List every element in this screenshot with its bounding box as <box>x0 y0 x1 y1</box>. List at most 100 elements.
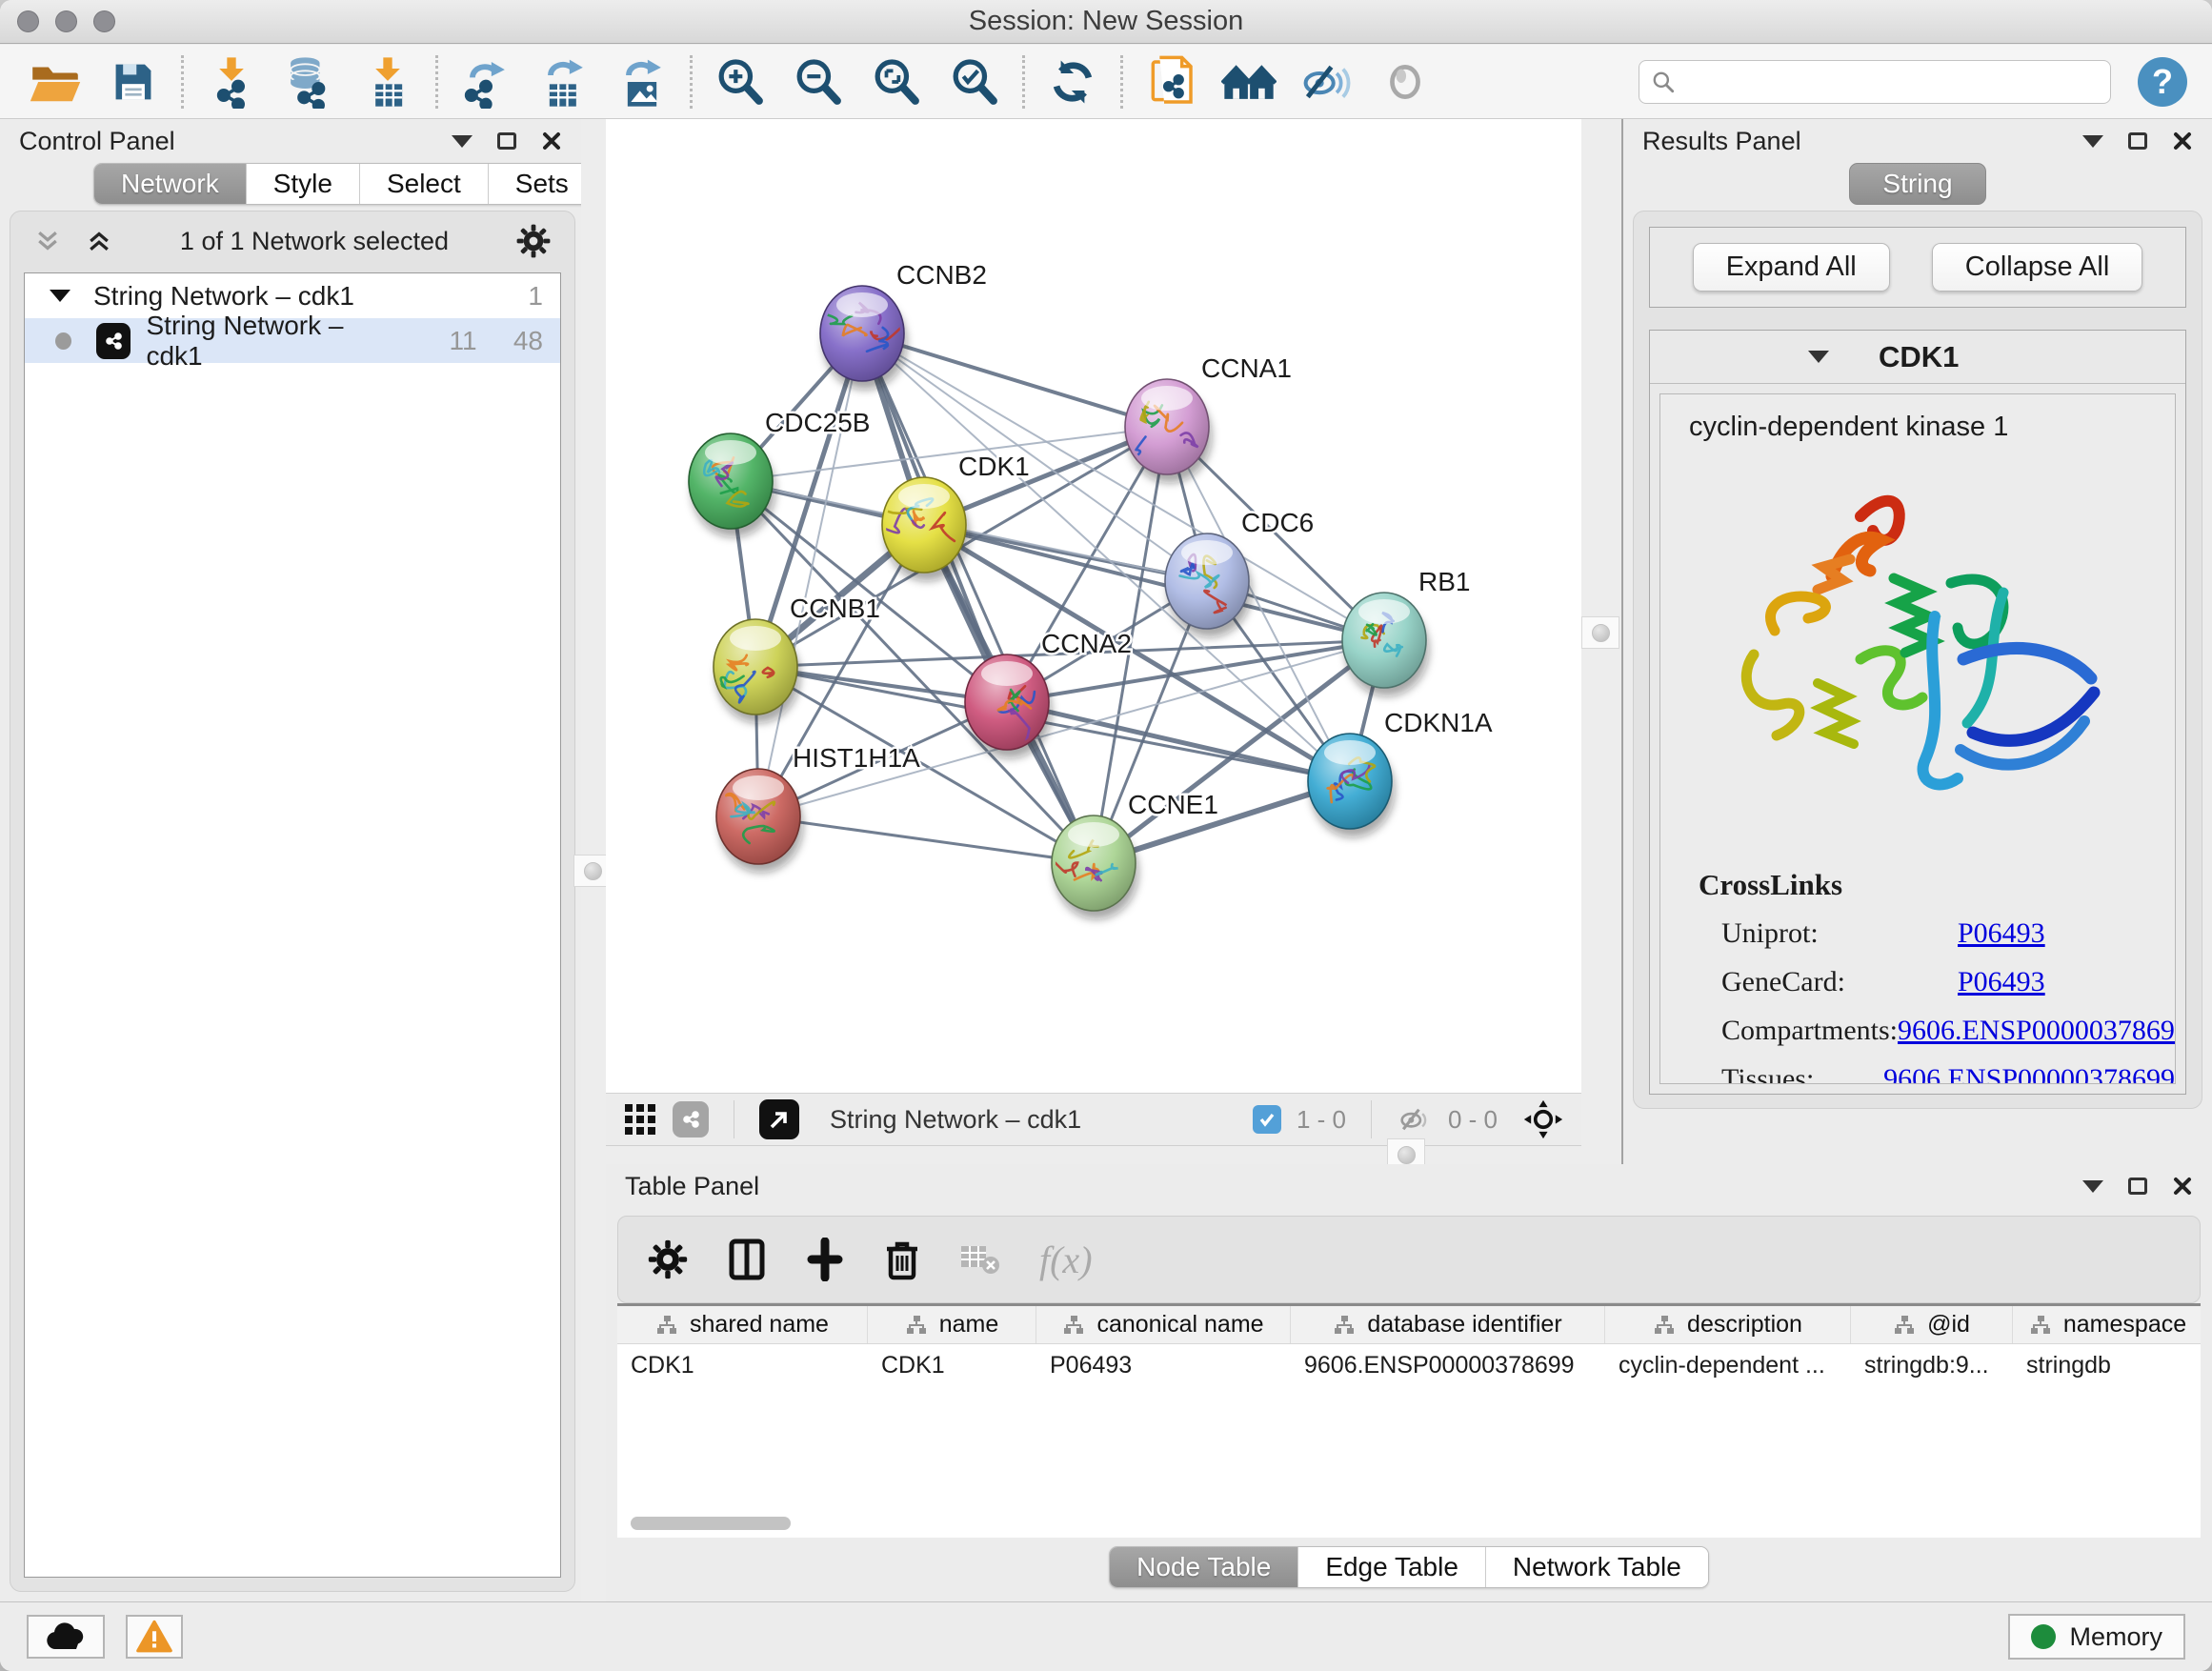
panel-menu-icon[interactable] <box>2082 1180 2103 1193</box>
node-CDC25B[interactable]: CDC25B <box>689 408 870 537</box>
search-input[interactable] <box>1683 67 2099 96</box>
show-eye-button[interactable] <box>1375 51 1436 112</box>
cell-name[interactable]: CDK1 <box>868 1352 1036 1379</box>
cdk1-entry-header[interactable]: CDK1 <box>1650 331 2185 384</box>
zoom-out-button[interactable] <box>788 51 849 112</box>
close-panel-icon[interactable] <box>2172 131 2193 151</box>
tab-string[interactable]: String <box>1849 163 1985 205</box>
selected-checkbox[interactable] <box>1253 1105 1281 1134</box>
warnings-button[interactable] <box>126 1615 183 1659</box>
node-HIST1H1A[interactable]: HIST1H1A <box>716 743 920 873</box>
hide-panels-button[interactable] <box>1297 51 1357 112</box>
column-header-id[interactable]: @id <box>1851 1306 2013 1343</box>
cell-shared-name[interactable]: CDK1 <box>617 1352 868 1379</box>
export-network-button[interactable] <box>455 51 516 112</box>
edge-RB1-HIST1H1A[interactable] <box>758 640 1384 816</box>
memory-button[interactable]: Memory <box>2008 1614 2185 1660</box>
tree-expander-icon[interactable] <box>50 290 70 302</box>
import-table-file-button[interactable] <box>357 51 418 112</box>
open-session-button[interactable] <box>25 51 86 112</box>
crosslink-link[interactable]: 9606.ENSP00000378699 <box>1883 1063 2175 1084</box>
column-header-name[interactable]: name <box>868 1306 1036 1343</box>
right-splitter-handle[interactable] <box>1581 616 1619 649</box>
export-image-button[interactable] <box>612 51 673 112</box>
show-columns-icon[interactable] <box>727 1238 767 1281</box>
node-CCNB1[interactable]: CCNB1 <box>711 594 880 723</box>
attribute-icon <box>1333 1314 1356 1337</box>
edge-CCNB2-CCNE1[interactable] <box>862 333 1094 863</box>
zoom-in-button[interactable] <box>710 51 771 112</box>
edge-CCNE1-HIST1H1A[interactable] <box>758 816 1094 863</box>
panel-menu-icon[interactable] <box>452 135 473 148</box>
edge-CDC6-CDC25B[interactable] <box>731 481 1207 581</box>
tab-style[interactable]: Style <box>246 164 359 204</box>
save-session-button[interactable] <box>103 51 164 112</box>
tab-network[interactable]: Network <box>94 164 246 204</box>
refresh-button[interactable] <box>1042 51 1103 112</box>
zoom-selected-button[interactable] <box>944 51 1005 112</box>
tab-node-table[interactable]: Node Table <box>1110 1547 1297 1587</box>
tab-network-table[interactable]: Network Table <box>1485 1547 1708 1587</box>
string-network-graph[interactable]: CCNB2CCNA1CDC25BCDK1CDC6RB1CCNB1CCNA2CDK… <box>606 119 1581 1093</box>
close-panel-icon[interactable] <box>2172 1176 2193 1197</box>
string-import-button[interactable] <box>1140 51 1201 112</box>
help-button[interactable]: ? <box>2138 57 2187 107</box>
node-RB1[interactable]: RB1 <box>1342 567 1470 696</box>
node-CCNE1[interactable]: CCNE1 <box>1049 790 1218 919</box>
delete-column-trash-icon[interactable] <box>883 1238 921 1281</box>
panel-menu-icon[interactable] <box>2082 135 2103 148</box>
grid-mode-icon[interactable] <box>623 1102 657 1137</box>
tab-select[interactable]: Select <box>359 164 488 204</box>
crosslink-link[interactable]: P06493 <box>1958 917 2045 950</box>
tab-edge-table[interactable]: Edge Table <box>1297 1547 1485 1587</box>
column-header-description[interactable]: description <box>1605 1306 1851 1343</box>
horizontal-scrollbar[interactable] <box>631 1517 791 1530</box>
zoom-fit-button[interactable] <box>866 51 927 112</box>
edge-CCNB2-CCNA1[interactable] <box>862 333 1167 427</box>
column-header-shared-name[interactable]: shared name <box>617 1306 868 1343</box>
home-button[interactable] <box>1218 51 1279 112</box>
tab-sets[interactable]: Sets <box>488 164 595 204</box>
expand-all-button[interactable]: Expand All <box>1693 243 1890 292</box>
float-panel-icon[interactable] <box>2128 1178 2147 1195</box>
horizontal-splitter[interactable] <box>606 1146 1581 1164</box>
cell-id[interactable]: stringdb:9... <box>1851 1352 2013 1379</box>
right-splitter[interactable] <box>1581 119 1621 1164</box>
birdseye-toggle-icon[interactable] <box>759 1099 799 1139</box>
expand-all-icon[interactable] <box>85 227 113 255</box>
close-panel-icon[interactable] <box>541 131 562 151</box>
node-CCNA1[interactable]: CCNA1 <box>1113 353 1292 483</box>
node-CDK1[interactable]: CDK1 <box>876 452 1030 581</box>
column-header-database-identifier[interactable]: database identifier <box>1291 1306 1605 1343</box>
table-row[interactable]: CDK1 CDK1 P06493 9606.ENSP00000378699 cy… <box>617 1344 2201 1386</box>
network-view-canvas[interactable]: CCNB2CCNA1CDC25BCDK1CDC6RB1CCNB1CCNA2CDK… <box>606 119 1581 1093</box>
network-row[interactable]: String Network – cdk1 11 48 <box>25 318 560 363</box>
node-label-CDKN1A: CDKN1A <box>1384 708 1493 737</box>
collapse-all-icon[interactable] <box>33 227 62 255</box>
table-settings-gear-icon[interactable] <box>647 1238 689 1280</box>
left-splitter[interactable] <box>581 119 606 1601</box>
fit-selected-icon[interactable] <box>1522 1098 1564 1140</box>
collapse-all-button[interactable]: Collapse All <box>1932 243 2143 292</box>
node-CCNA2[interactable]: CCNA2 <box>965 629 1132 758</box>
column-header-canonical-name[interactable]: canonical name <box>1036 1306 1291 1343</box>
crosslink-link[interactable]: P06493 <box>1958 966 2045 998</box>
import-network-database-button[interactable] <box>279 51 340 112</box>
entry-expander-icon[interactable] <box>1808 351 1829 363</box>
float-panel-icon[interactable] <box>497 132 516 150</box>
cell-description[interactable]: cyclin-dependent ... <box>1605 1352 1851 1379</box>
cell-namespace[interactable]: stringdb <box>2013 1352 2201 1379</box>
cloud-status-button[interactable] <box>27 1615 105 1659</box>
export-table-button[interactable] <box>533 51 594 112</box>
gear-icon[interactable] <box>515 223 552 259</box>
add-column-icon[interactable] <box>805 1238 845 1281</box>
network-mode-icon[interactable] <box>673 1101 709 1137</box>
import-network-file-button[interactable] <box>201 51 262 112</box>
node-CDKN1A[interactable]: CDKN1A <box>1308 708 1493 837</box>
float-panel-icon[interactable] <box>2128 132 2147 150</box>
crosslink-link[interactable]: 9606.ENSP00000378699 <box>1898 1015 2176 1047</box>
cell-canonical-name[interactable]: P06493 <box>1036 1352 1291 1379</box>
cell-database-identifier[interactable]: 9606.ENSP00000378699 <box>1291 1352 1605 1379</box>
column-header-namespace[interactable]: namespace <box>2013 1306 2201 1343</box>
edge-CCNA2-CDKN1A[interactable] <box>1007 702 1350 781</box>
